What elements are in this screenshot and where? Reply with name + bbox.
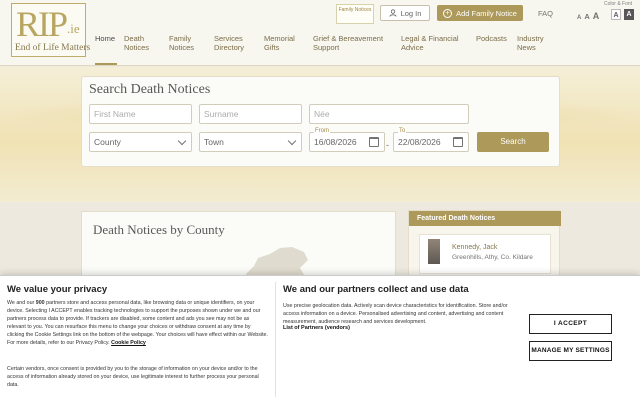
cookie-consent-dialog: We value your privacy We and our 900 par… bbox=[0, 275, 640, 400]
privacy-paragraph: We and our 900 partners store and access… bbox=[7, 299, 269, 347]
partners-paragraph: Use precise geolocation data. Actively s… bbox=[283, 303, 508, 325]
accept-button[interactable]: I ACCEPT bbox=[529, 314, 612, 334]
partner-count: 900 bbox=[35, 300, 45, 306]
cookie-policy-link[interactable]: Cookie Policy bbox=[111, 340, 146, 346]
partners-heading: We and our partners collect and use data bbox=[283, 284, 469, 295]
privacy-heading: We value your privacy bbox=[7, 284, 108, 295]
privacy-text-a: We and our bbox=[7, 300, 36, 306]
vendors-paragraph: Certain vendors, once consent is provide… bbox=[7, 366, 259, 388]
list-of-partners-link[interactable]: List of Partners (vendors) bbox=[283, 325, 350, 331]
manage-settings-button[interactable]: MANAGE MY SETTINGS bbox=[529, 341, 612, 361]
consent-divider bbox=[275, 282, 276, 397]
